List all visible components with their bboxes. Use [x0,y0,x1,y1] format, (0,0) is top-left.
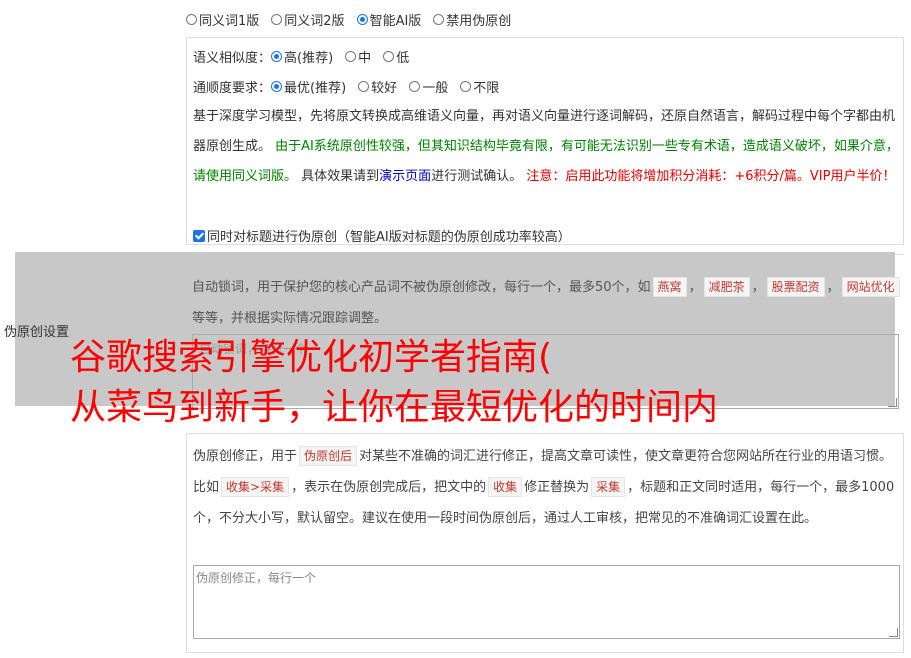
mode-radio-group: 同义词1版 同义词2版 智能AI版 禁用伪原创 [186,9,523,29]
overlay-title: 谷歌搜索引擎优化初学者指南( 从菜鸟到新手，让你在最短优化的时间内 [70,333,718,433]
demo-page-link[interactable]: 演示页面 [379,169,431,184]
similarity-low-radio[interactable]: 低 [383,47,409,66]
fluency-normal-radio[interactable]: 一般 [409,77,448,96]
mode-disable-radio[interactable]: 禁用伪原创 [433,10,511,29]
radio-checked-icon [271,81,283,92]
mode-synonym-2-radio[interactable]: 同义词2版 [271,10,345,29]
desc-part3: 进行测试确认。 [431,169,523,184]
radio-checked-icon [271,51,283,62]
desc-notice-red: 注意：启用此功能将增加积分消耗：+6积分/篇。VIP用户半价！ [526,169,896,184]
keyword-tag: 燕窝 [652,277,687,297]
rewrite-settings-label: 伪原创设置 [4,325,70,340]
keyword-tag: 收集>采集 [221,477,290,497]
similarity-high-radio[interactable]: 高(推荐) [271,47,333,66]
lock-words-description: 自动锁词，用于保护您的核心产品词不被伪原创修改，每行一个，最多50个，如 燕窝，减… [192,272,902,334]
keyword-tag: 股票配资 [766,277,825,297]
radio-circle-icon [271,13,283,25]
fluency-unlimited-radio[interactable]: 不限 [460,77,499,96]
fix-words-section: 伪原创修正，用于 伪原创后 对某些不准确的词汇进行修正，提高文章可读性，使文章更符合… [186,433,904,653]
ai-description: 基于深度学习模型，先将原文转换成高维语义向量，再对语义向量进行逐词解码，还原自然… [193,102,899,192]
fluency-good-radio[interactable]: 较好 [358,77,397,96]
radio-circle-icon [460,81,472,92]
fluency-label: 通顺度要求： [193,81,272,96]
resize-handle-icon[interactable] [888,398,897,407]
mode-synonym-1-radio[interactable]: 同义词1版 [186,10,259,29]
keyword-tag: 收集 [488,477,523,497]
similarity-row: 语义相似度： 高(推荐) 中 低 [193,47,421,66]
title-rewrite-checkbox[interactable]: 同时对标题进行伪原创（智能AI版对标题的伪原创成功率较高） [193,226,571,245]
fix-words-description: 伪原创修正，用于 伪原创后 对某些不准确的词汇进行修正，提高文章可读性，使文章更符合… [193,441,897,534]
fluency-row: 通顺度要求： 最优(推荐) 较好 一般 不限 [193,77,511,96]
overlay-title-line2: 从菜鸟到新手，让你在最短优化的时间内 [70,387,719,428]
radio-circle-icon [409,81,421,92]
similarity-medium-radio[interactable]: 中 [345,47,371,66]
title-rewrite-label: 同时对标题进行伪原创（智能AI版对标题的伪原创成功率较高） [207,230,571,245]
fix-words-textarea[interactable]: 伪原创修正，每行一个 [193,565,900,639]
radio-circle-icon [186,13,197,25]
desc-part2: 具体效果请到 [301,169,380,184]
resize-handle-icon[interactable] [889,628,898,637]
keyword-tag: 伪原创后 [299,446,358,466]
radio-checked-icon [356,13,368,25]
fix-words-placeholder: 伪原创修正，每行一个 [196,571,317,585]
radio-circle-icon [345,51,357,62]
keyword-tag: 网站优化 [841,277,900,297]
overlay-title-line1: 谷歌搜索引擎优化初学者指南( [70,337,553,378]
similarity-label: 语义相似度： [193,51,272,66]
radio-circle-icon [433,13,445,25]
mode-ai-radio[interactable]: 智能AI版 [356,10,421,29]
fluency-best-radio[interactable]: 最优(推荐) [271,77,346,96]
ai-settings-panel: 语义相似度： 高(推荐) 中 低 通顺度要求： 最优(推荐) 较好 一般 不限 … [186,37,904,245]
radio-circle-icon [358,81,370,92]
checkbox-checked-icon [193,229,205,242]
keyword-tag: 减肥茶 [703,277,750,297]
radio-circle-icon [383,51,395,62]
keyword-tag: 采集 [591,477,626,497]
